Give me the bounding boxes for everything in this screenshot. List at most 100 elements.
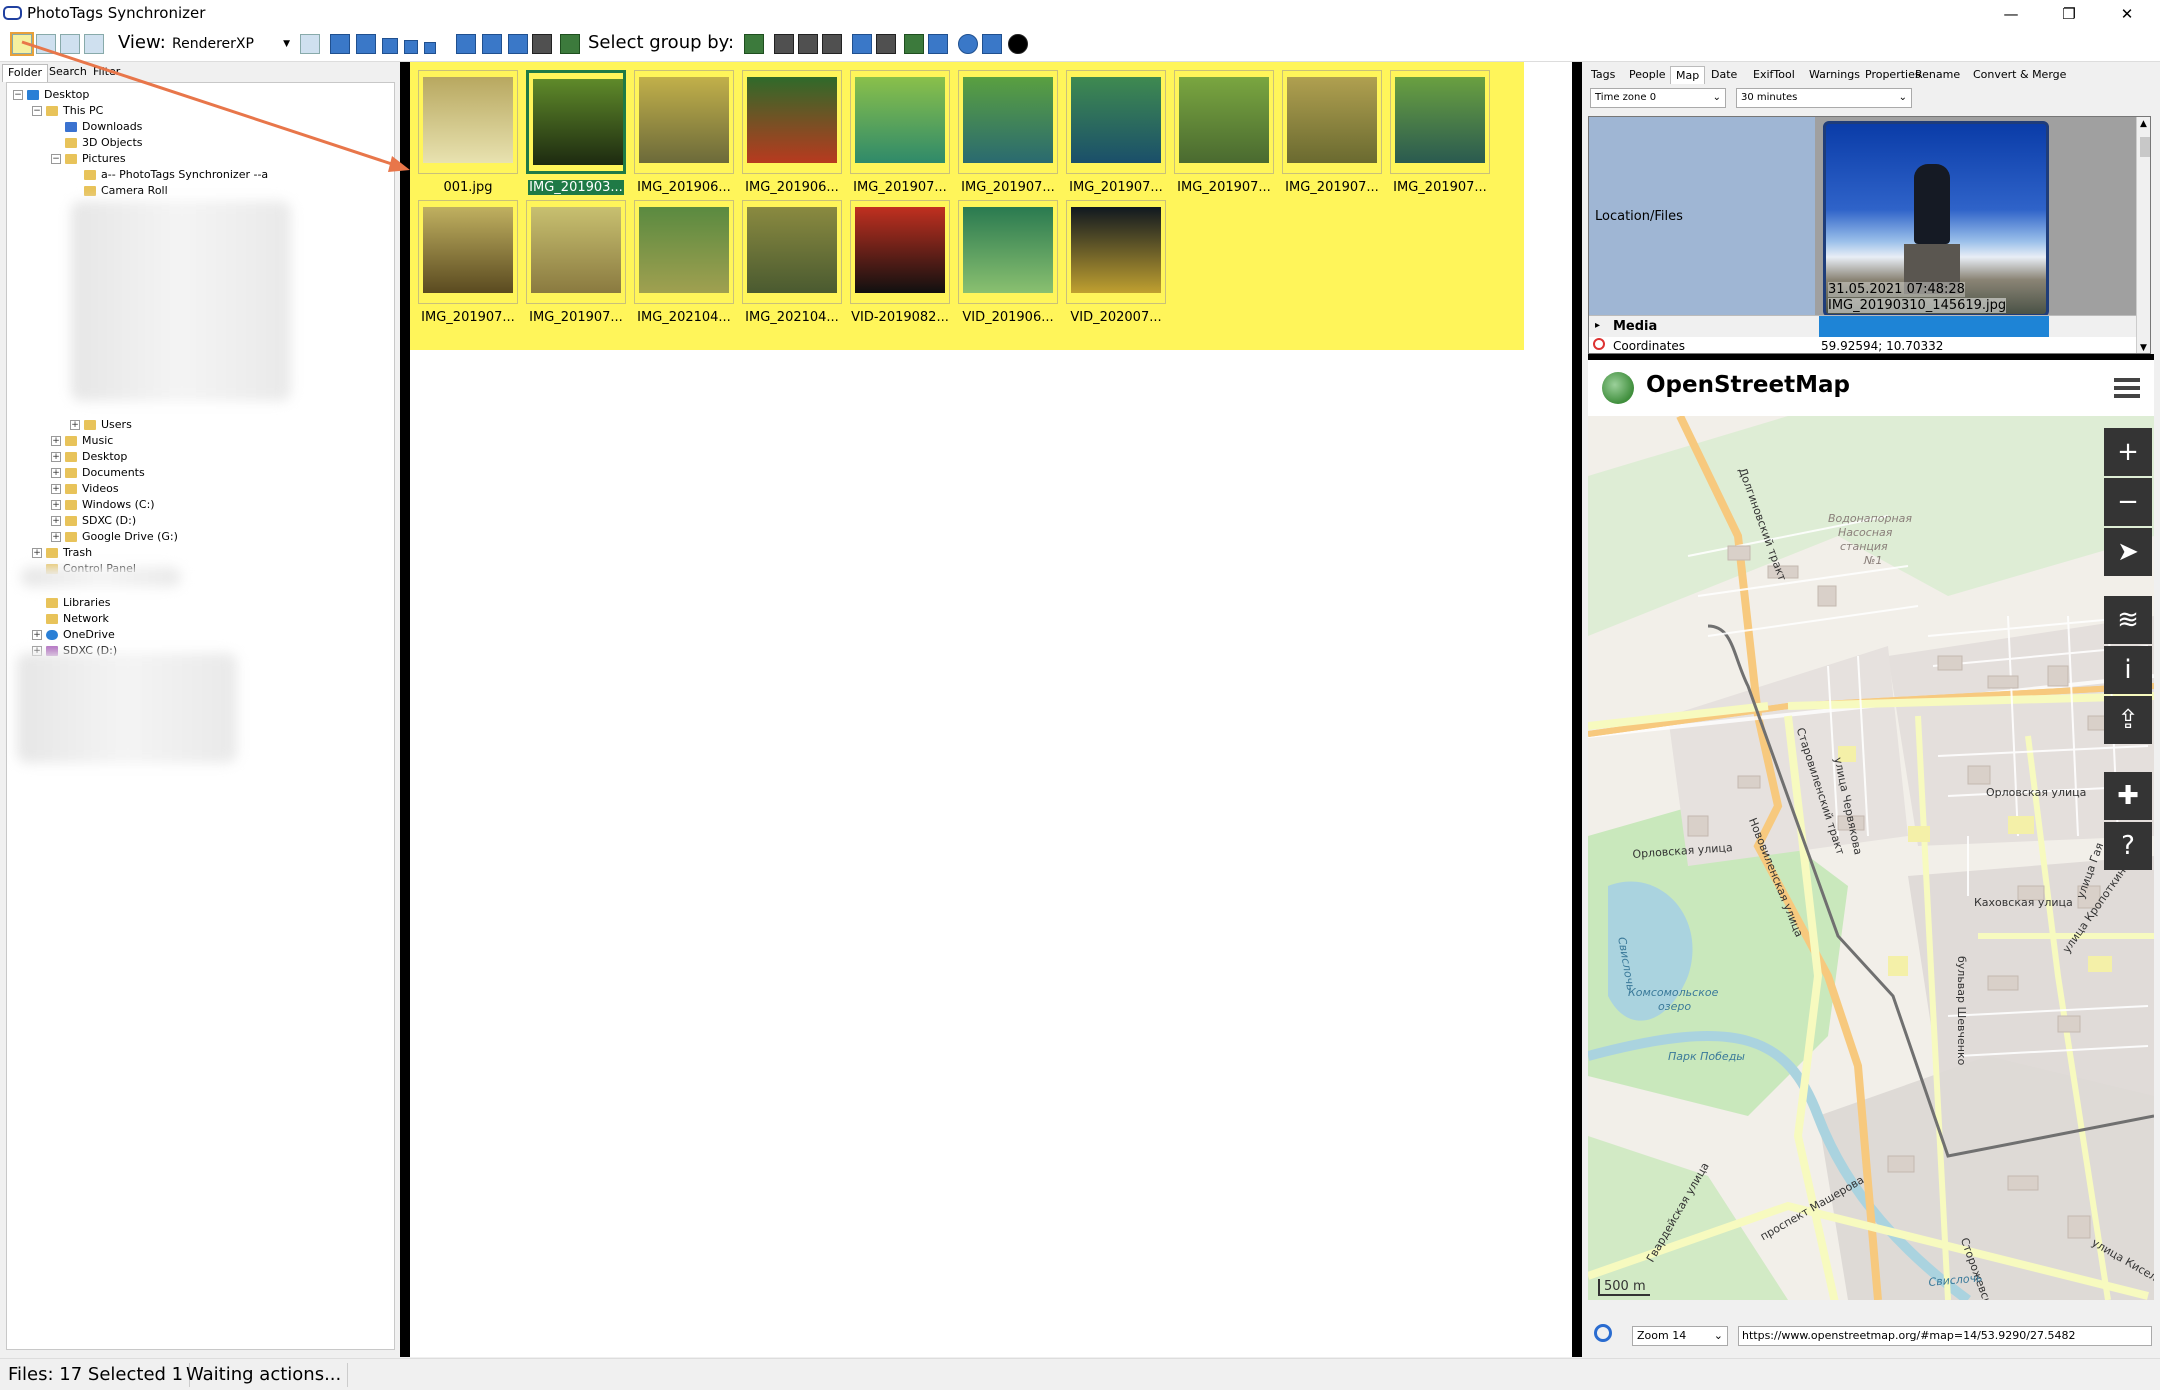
expand-plus-icon[interactable]: +	[51, 436, 61, 446]
file-name[interactable]: VID_201906...	[953, 310, 1063, 325]
tab-people[interactable]: People	[1624, 66, 1671, 84]
file-thumbnail[interactable]	[634, 200, 734, 304]
tree-node[interactable]: − This PC	[32, 103, 103, 118]
filter-icon[interactable]	[982, 34, 1002, 54]
tree-node[interactable]: + SDXC (D:)	[51, 513, 136, 528]
layout-thumbnails-icon[interactable]	[10, 32, 34, 56]
tree-node[interactable]: + Trash	[32, 545, 92, 560]
media-row[interactable]: ▸ Media	[1589, 315, 2136, 338]
file-thumbnail[interactable]	[958, 200, 1058, 304]
tab-tags[interactable]: Tags	[1586, 66, 1620, 84]
file-name[interactable]: IMG_201907...	[1061, 180, 1171, 195]
tree-node[interactable]: + Videos	[51, 481, 119, 496]
layout-list-icon[interactable]	[60, 34, 80, 54]
tree-node[interactable]: + Google Drive (G:)	[51, 529, 178, 544]
file-name[interactable]: IMG_202104...	[629, 310, 739, 325]
menu-hamburger-icon[interactable]	[2114, 378, 2140, 398]
zoom-in-icon[interactable]: +	[2104, 428, 2152, 476]
file-name[interactable]: IMG_201907...	[1385, 180, 1495, 195]
scroll-down-icon[interactable]: ▼	[2140, 343, 2147, 353]
collapse-minus-icon[interactable]: −	[51, 154, 61, 164]
compare-icon[interactable]	[852, 34, 872, 54]
file-name[interactable]: VID-2019082...	[845, 310, 955, 325]
split-view-icon[interactable]	[876, 34, 896, 54]
search-icon[interactable]	[1594, 1324, 1612, 1342]
settings-gear-icon[interactable]	[958, 34, 978, 54]
tab-warnings[interactable]: Warnings	[1804, 66, 1865, 84]
tree-node[interactable]: + OneDrive	[32, 627, 115, 642]
file-thumbnail[interactable]	[850, 70, 950, 174]
tree-node[interactable]: + Users	[70, 417, 132, 432]
tab-date[interactable]: Date	[1706, 66, 1742, 84]
minimize-button[interactable]: —	[1988, 0, 2034, 28]
tree-node[interactable]: Libraries	[32, 595, 111, 610]
timezone-select[interactable]: Time zone 0 ⌄	[1590, 88, 1726, 108]
file-thumbnail[interactable]	[418, 70, 518, 174]
tree-node[interactable]: + Windows (C:)	[51, 497, 155, 512]
thumbnail-size-icon[interactable]	[300, 34, 320, 54]
file-thumbnail[interactable]	[1066, 70, 1166, 174]
map-view[interactable]: Водонапорная Насосная станция №1 Орловская у…	[1588, 416, 2154, 1300]
folder-tree[interactable]: − Desktop − This PC Downloads 3D Objects − Pict…	[6, 82, 395, 1350]
save-metadata-icon[interactable]	[532, 34, 552, 54]
size-small-icon[interactable]	[404, 40, 418, 54]
size-tiny-icon[interactable]	[424, 42, 436, 54]
save-icon[interactable]	[928, 34, 948, 54]
locate-icon[interactable]: ➤	[2104, 528, 2152, 576]
query-icon[interactable]: ?	[2104, 822, 2152, 870]
tab-filter[interactable]: Filter	[88, 64, 125, 82]
file-thumbnail[interactable]	[1066, 200, 1166, 304]
open-maps-icon[interactable]	[904, 34, 924, 54]
expand-plus-icon[interactable]: +	[51, 484, 61, 494]
splitter-left[interactable]	[400, 62, 410, 1357]
layout-tiles-icon[interactable]	[84, 34, 104, 54]
file-name[interactable]: IMG_202104...	[737, 310, 847, 325]
rotate-right-icon[interactable]	[508, 34, 528, 54]
note-icon[interactable]: ✚	[2104, 772, 2152, 820]
tree-node[interactable]: Camera Roll	[70, 183, 168, 198]
file-name[interactable]: IMG_201907...	[953, 180, 1063, 195]
tree-node[interactable]: − Desktop	[13, 87, 89, 102]
size-medium-icon[interactable]	[382, 38, 398, 54]
expand-plus-icon[interactable]: +	[70, 420, 80, 430]
tab-search[interactable]: Search	[44, 64, 92, 82]
tree-node[interactable]: a-- PhotoTags Synchronizer --a	[70, 167, 268, 182]
file-thumbnail[interactable]	[850, 200, 950, 304]
collapse-minus-icon[interactable]: −	[13, 90, 23, 100]
info-icon[interactable]: i	[2104, 646, 2152, 694]
tree-node[interactable]: + Desktop	[51, 449, 127, 464]
file-name[interactable]: IMG_201907...	[1169, 180, 1279, 195]
property-scrollbar[interactable]: ▲ ▼	[2136, 117, 2150, 353]
expand-plus-icon[interactable]: +	[51, 532, 61, 542]
splitter-right[interactable]	[1572, 62, 1582, 1357]
zoom-out-icon[interactable]: −	[2104, 478, 2152, 526]
group-camera-icon[interactable]	[822, 34, 842, 54]
tree-node[interactable]: + Documents	[51, 465, 145, 480]
tree-node[interactable]: − Pictures	[51, 151, 126, 166]
osm-logo-icon[interactable]	[1602, 372, 1634, 404]
group-date-icon[interactable]	[774, 34, 794, 54]
file-thumbnail[interactable]	[634, 70, 734, 174]
tab-convert-merge[interactable]: Convert & Merge	[1968, 66, 2071, 84]
expand-plus-icon[interactable]: +	[51, 452, 61, 462]
file-thumbnail[interactable]	[1174, 70, 1274, 174]
tab-rename[interactable]: Rename	[1910, 66, 1965, 84]
group-location-icon[interactable]	[798, 34, 818, 54]
file-thumbnail[interactable]	[418, 200, 518, 304]
media-value[interactable]	[1819, 316, 2049, 338]
expand-plus-icon[interactable]: +	[51, 468, 61, 478]
interval-select[interactable]: 30 minutes ⌄	[1736, 88, 1912, 108]
rotate-180-icon[interactable]	[482, 34, 502, 54]
group-options-icon[interactable]	[744, 34, 764, 54]
layout-details-icon[interactable]	[36, 34, 56, 54]
file-thumbnail[interactable]	[1390, 70, 1490, 174]
file-name[interactable]: IMG_201906...	[629, 180, 739, 195]
tree-node[interactable]: Downloads	[51, 119, 142, 134]
file-thumbnail[interactable]	[742, 70, 842, 174]
file-name[interactable]: VID_202007...	[1061, 310, 1171, 325]
renderer-select[interactable]: RendererXP ▼	[172, 33, 292, 55]
expand-plus-icon[interactable]: +	[51, 516, 61, 526]
refresh-icon[interactable]	[560, 34, 580, 54]
zoom-select[interactable]: Zoom 14 ⌄	[1632, 1326, 1728, 1346]
file-thumbnail[interactable]	[1282, 70, 1382, 174]
